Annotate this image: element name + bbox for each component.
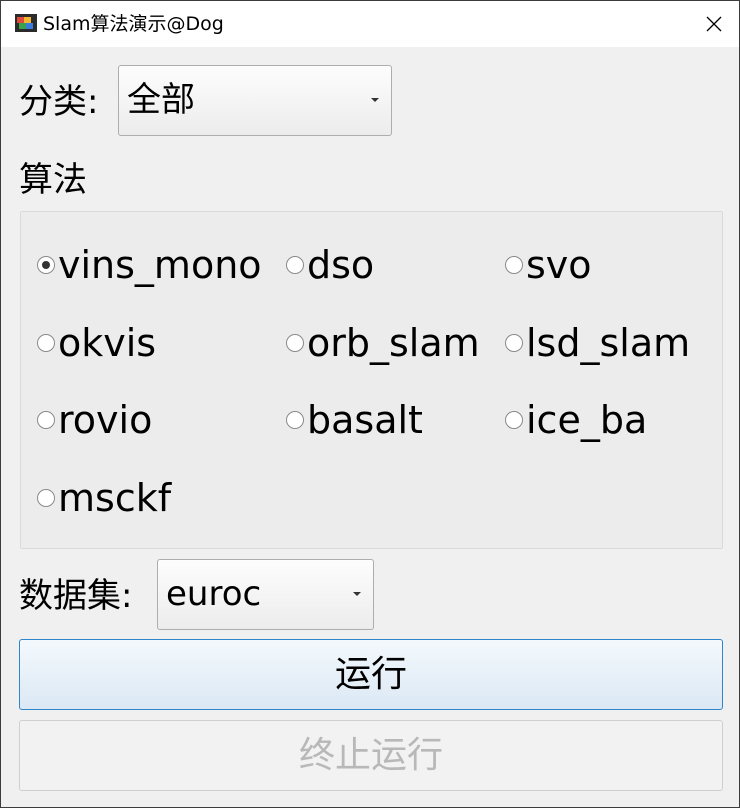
radio-lsd_slam[interactable]: lsd_slam: [505, 321, 690, 365]
chevron-down-icon: [371, 98, 379, 102]
radio-svo[interactable]: svo: [505, 243, 592, 287]
radio-button[interactable]: [505, 334, 523, 352]
dataset-label: 数据集:: [19, 576, 133, 616]
radio-vins_mono[interactable]: vins_mono: [37, 243, 262, 287]
radio-label: orb_slam: [307, 321, 480, 365]
radio-ice_ba[interactable]: ice_ba: [505, 398, 647, 442]
radio-button[interactable]: [286, 411, 304, 429]
window-title: Slam算法演示@Dog: [43, 13, 224, 35]
radio-button[interactable]: [37, 334, 55, 352]
dataset-select-value: euroc: [166, 574, 262, 614]
radio-basalt[interactable]: basalt: [286, 398, 423, 442]
radio-label: ice_ba: [526, 398, 648, 442]
radio-rovio[interactable]: rovio: [37, 398, 152, 442]
algorithms-heading: 算法: [19, 160, 87, 200]
radio-button[interactable]: [286, 256, 304, 274]
category-select-value: 全部: [127, 80, 195, 120]
radio-label: rovio: [58, 398, 153, 442]
algorithm-group: vins_mono dso svo okvis orb_slam lsd_sla…: [20, 211, 723, 549]
radio-button[interactable]: [37, 411, 55, 429]
radio-button[interactable]: [37, 489, 55, 507]
radio-button[interactable]: [286, 334, 304, 352]
category-select[interactable]: 全部: [118, 65, 392, 136]
radio-button[interactable]: [37, 256, 55, 274]
radio-label: svo: [526, 243, 592, 287]
close-icon[interactable]: [706, 16, 722, 32]
radio-label: dso: [307, 243, 375, 287]
title-bar: Slam算法演示@Dog: [1, 1, 739, 47]
radio-label: okvis: [58, 321, 157, 365]
app-window: Slam算法演示@Dog 分类: 全部 算法 vins_mono dso svo…: [0, 0, 740, 808]
radio-msckf[interactable]: msckf: [37, 476, 171, 520]
run-button[interactable]: 运行: [19, 639, 723, 710]
stop-button-label: 终止运行: [298, 734, 443, 776]
close-button[interactable]: [689, 1, 739, 47]
radio-label: msckf: [58, 476, 172, 520]
radio-label: lsd_slam: [526, 321, 691, 365]
radio-label: vins_mono: [58, 243, 262, 287]
run-button-label: 运行: [334, 653, 407, 695]
dataset-select[interactable]: euroc: [157, 559, 374, 630]
radio-button[interactable]: [505, 411, 523, 429]
radio-dso[interactable]: dso: [286, 243, 374, 287]
category-label: 分类:: [19, 82, 99, 122]
radio-button[interactable]: [505, 256, 523, 274]
radio-orb_slam[interactable]: orb_slam: [286, 321, 480, 365]
radio-okvis[interactable]: okvis: [37, 321, 156, 365]
radio-label: basalt: [307, 398, 423, 442]
app-icon: [15, 14, 37, 32]
chevron-down-icon: [353, 592, 361, 596]
stop-button: 终止运行: [19, 720, 723, 791]
